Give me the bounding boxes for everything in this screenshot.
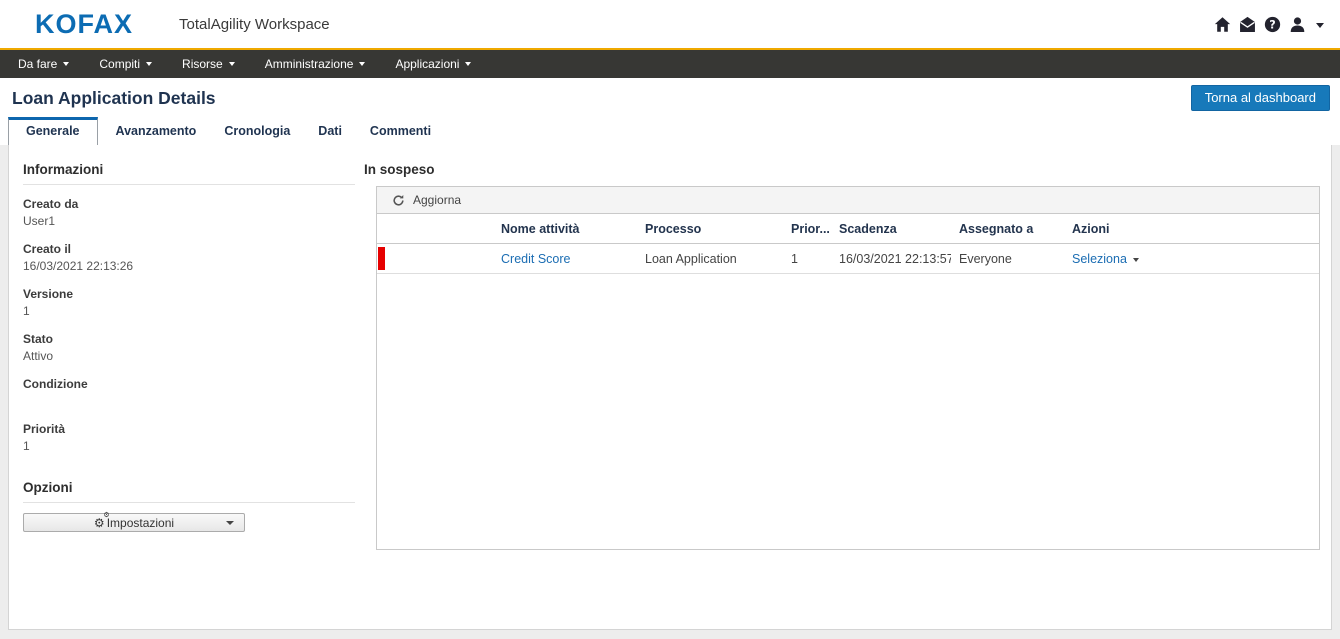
priority-cell: 1: [783, 244, 831, 274]
field-label: Condizione: [23, 376, 355, 393]
chevron-down-icon: [146, 62, 152, 66]
col-nome-attivita[interactable]: Nome attività: [493, 214, 637, 244]
refresh-button[interactable]: Aggiorna: [377, 187, 1319, 214]
tab-avanzamento[interactable]: Avanzamento: [102, 118, 211, 145]
tab-cronologia[interactable]: Cronologia: [210, 118, 304, 145]
tab-dati[interactable]: Dati: [304, 118, 356, 145]
col-assegnato-a[interactable]: Assegnato a: [951, 214, 1064, 244]
actions-cell: Seleziona: [1064, 244, 1319, 274]
field-creato-da: Creato da User1: [23, 196, 355, 230]
page-title: Loan Application Details: [12, 88, 216, 109]
chevron-down-icon: [359, 62, 365, 66]
col-indicator: [377, 214, 493, 244]
page-header: Loan Application Details Torna al dashbo…: [0, 78, 1340, 118]
col-azioni[interactable]: Azioni: [1064, 214, 1319, 244]
nav-item-da-fare[interactable]: Da fare: [18, 57, 69, 71]
field-stato: Stato Attivo: [23, 331, 355, 365]
mail-icon[interactable]: [1239, 16, 1256, 33]
header-icons: ?: [1214, 16, 1324, 33]
refresh-icon: [392, 194, 405, 207]
info-panel-title: Informazioni: [23, 162, 355, 185]
tab-commenti[interactable]: Commenti: [356, 118, 445, 145]
nav-item-label: Risorse: [182, 57, 223, 71]
nav-item-label: Amministrazione: [265, 57, 354, 71]
field-value: 1: [23, 303, 355, 320]
nav-item-risorse[interactable]: Risorse: [182, 57, 235, 71]
nav-item-compiti[interactable]: Compiti: [99, 57, 152, 71]
nav-item-applicazioni[interactable]: Applicazioni: [395, 57, 471, 71]
field-value: User1: [23, 213, 355, 230]
col-priorita[interactable]: Prior...: [783, 214, 831, 244]
refresh-label: Aggiorna: [413, 193, 461, 207]
pending-title: In sospeso: [364, 162, 1320, 177]
nav-item-label: Applicazioni: [395, 57, 459, 71]
field-label: Stato: [23, 331, 355, 348]
user-menu-caret-icon[interactable]: [1316, 23, 1324, 28]
chevron-down-icon: [229, 62, 235, 66]
nav-item-label: Da fare: [18, 57, 57, 71]
process-cell: Loan Application: [637, 244, 783, 274]
options-title: Opzioni: [23, 480, 355, 503]
main-nav: Da fare Compiti Risorse Amministrazione …: [0, 48, 1340, 78]
field-versione: Versione 1: [23, 286, 355, 320]
pending-grid-panel: Aggiorna Nome attività Processo Prior...…: [376, 186, 1320, 550]
field-value: 16/03/2021 22:13:26: [23, 258, 355, 275]
info-panel: Informazioni Creato da User1 Creato il 1…: [9, 145, 355, 629]
table-header-row: Nome attività Processo Prior... Scadenza…: [377, 214, 1319, 244]
tab-bar: Generale Avanzamento Cronologia Dati Com…: [0, 118, 1340, 145]
chevron-down-icon: [226, 521, 234, 525]
chevron-down-icon: [465, 62, 471, 66]
settings-button-label: Impostazioni: [107, 516, 174, 530]
field-priorita: Priorità 1: [23, 421, 355, 455]
field-label: Creato il: [23, 241, 355, 258]
app-title: TotalAgility Workspace: [179, 16, 330, 33]
due-date-cell: 16/03/2021 22:13:57: [831, 244, 951, 274]
options-section: Opzioni ⚙⚙ Impostazioni: [23, 480, 355, 532]
kofax-logo[interactable]: KOFAX: [35, 9, 133, 40]
home-icon[interactable]: [1214, 16, 1231, 33]
user-icon[interactable]: [1289, 16, 1306, 33]
tab-content-panel: Informazioni Creato da User1 Creato il 1…: [8, 145, 1332, 630]
gear-icon: ⚙⚙: [94, 516, 105, 530]
activity-link[interactable]: Credit Score: [501, 252, 570, 266]
field-label: Priorità: [23, 421, 355, 438]
settings-dropdown-button[interactable]: ⚙⚙ Impostazioni: [23, 513, 245, 532]
nav-item-label: Compiti: [99, 57, 140, 71]
field-creato-il: Creato il 16/03/2021 22:13:26: [23, 241, 355, 275]
field-condizione: Condizione: [23, 376, 355, 410]
seleziona-dropdown[interactable]: Seleziona: [1072, 252, 1127, 266]
back-to-dashboard-button[interactable]: Torna al dashboard: [1191, 85, 1330, 111]
col-processo[interactable]: Processo: [637, 214, 783, 244]
priority-indicator: [378, 247, 385, 270]
chevron-down-icon: [63, 62, 69, 66]
field-value: Attivo: [23, 348, 355, 365]
help-icon[interactable]: ?: [1264, 16, 1281, 33]
field-label: Versione: [23, 286, 355, 303]
table-row: Credit Score Loan Application 1 16/03/20…: [377, 244, 1319, 274]
priority-indicator-cell: [377, 244, 493, 274]
top-header: KOFAX TotalAgility Workspace ?: [0, 0, 1340, 48]
assigned-cell: Everyone: [951, 244, 1064, 274]
pending-table: Nome attività Processo Prior... Scadenza…: [377, 214, 1319, 274]
col-scadenza[interactable]: Scadenza: [831, 214, 951, 244]
pending-section: In sospeso Aggiorna Nome attività: [355, 145, 1331, 629]
field-label: Creato da: [23, 196, 355, 213]
svg-text:?: ?: [1269, 18, 1275, 31]
chevron-down-icon: [1133, 258, 1139, 262]
field-value: [23, 393, 355, 410]
tab-generale[interactable]: Generale: [8, 117, 98, 145]
nav-item-amministrazione[interactable]: Amministrazione: [265, 57, 366, 71]
field-value: 1: [23, 438, 355, 455]
